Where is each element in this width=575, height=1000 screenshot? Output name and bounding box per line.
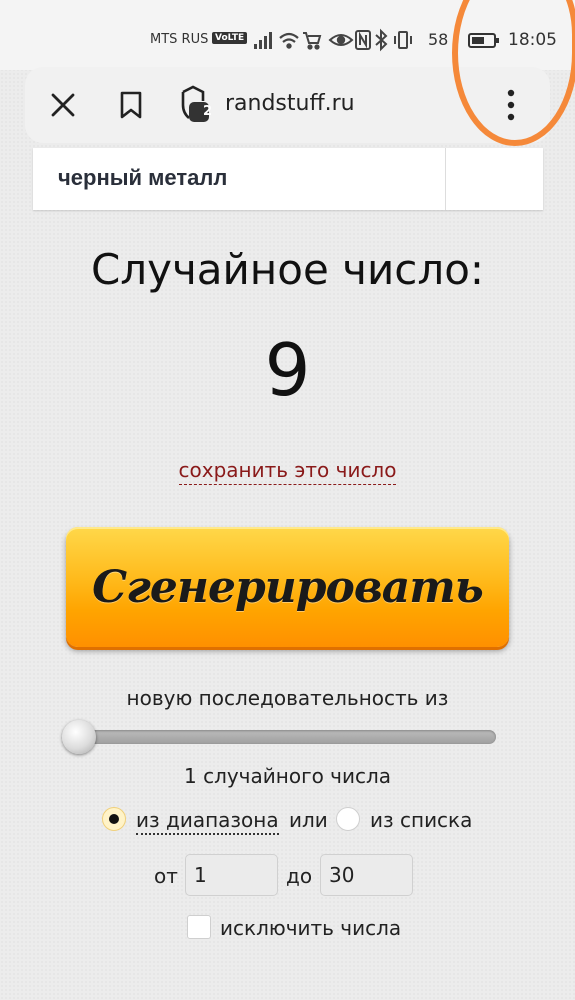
battery-percent: 58 xyxy=(428,30,449,49)
vibrate-icon xyxy=(394,31,412,49)
card-divider xyxy=(445,148,446,210)
close-button[interactable] xyxy=(35,67,91,143)
eye-icon xyxy=(328,34,354,46)
to-label: до xyxy=(286,864,313,888)
bookmark-button[interactable] xyxy=(103,67,159,143)
card-title: черный металл xyxy=(58,165,228,190)
count-label: 1 случайного числа xyxy=(183,764,392,788)
page-title: Случайное число: xyxy=(90,245,485,294)
wifi-icon xyxy=(279,32,299,49)
range-inputs: от 1 до 30 xyxy=(0,854,575,898)
signal-icon xyxy=(254,32,272,49)
random-result: 9 xyxy=(264,328,311,412)
volte-badge: VoLTE xyxy=(212,32,248,44)
status-icons xyxy=(254,28,412,52)
list-radio[interactable] xyxy=(336,807,360,831)
list-radio-label[interactable]: из списка xyxy=(370,808,472,832)
to-field[interactable]: 30 xyxy=(320,854,413,896)
or-label: или xyxy=(289,808,328,832)
range-radio[interactable] xyxy=(102,807,126,831)
generate-button[interactable]: Сгенерировать xyxy=(66,527,509,647)
exclude-option: исключить числа xyxy=(0,914,575,944)
count-slider-handle[interactable] xyxy=(62,720,96,754)
tab-count: 2 xyxy=(203,104,213,119)
browser-toolbar: 2 randstuff.ru xyxy=(25,67,550,143)
url-bar[interactable]: randstuff.ru xyxy=(225,91,355,116)
save-number-link-wrap: сохранить это число xyxy=(0,458,575,485)
source-options: из диапазона или из списка xyxy=(0,806,575,836)
more-vert-icon xyxy=(507,89,515,121)
nfc-icon xyxy=(355,30,371,50)
from-label: от xyxy=(154,864,178,888)
from-field[interactable]: 1 xyxy=(185,854,278,896)
menu-button[interactable] xyxy=(483,67,539,143)
close-icon xyxy=(51,93,75,117)
bluetooth-icon xyxy=(375,28,388,52)
range-radio-label[interactable]: из диапазона xyxy=(136,808,279,835)
cart-icon xyxy=(303,32,322,50)
exclude-checkbox[interactable] xyxy=(187,915,211,939)
status-bar: MTS RUS VoLTE 58 18:05 xyxy=(0,0,575,70)
privacy-button[interactable]: 2 xyxy=(163,67,223,143)
battery-icon xyxy=(468,33,499,48)
clock: 18:05 xyxy=(508,30,557,50)
save-number-link[interactable]: сохранить это число xyxy=(178,458,397,485)
carrier-label: MTS RUS xyxy=(150,32,209,47)
count-slider-track[interactable] xyxy=(64,730,496,744)
sequence-label: новую последовательность из xyxy=(126,686,449,710)
exclude-label[interactable]: исключить числа xyxy=(220,916,401,940)
bookmark-icon xyxy=(120,91,142,119)
generate-button-label: Сгенерировать xyxy=(92,561,484,613)
info-card[interactable]: черный металл xyxy=(33,148,543,210)
